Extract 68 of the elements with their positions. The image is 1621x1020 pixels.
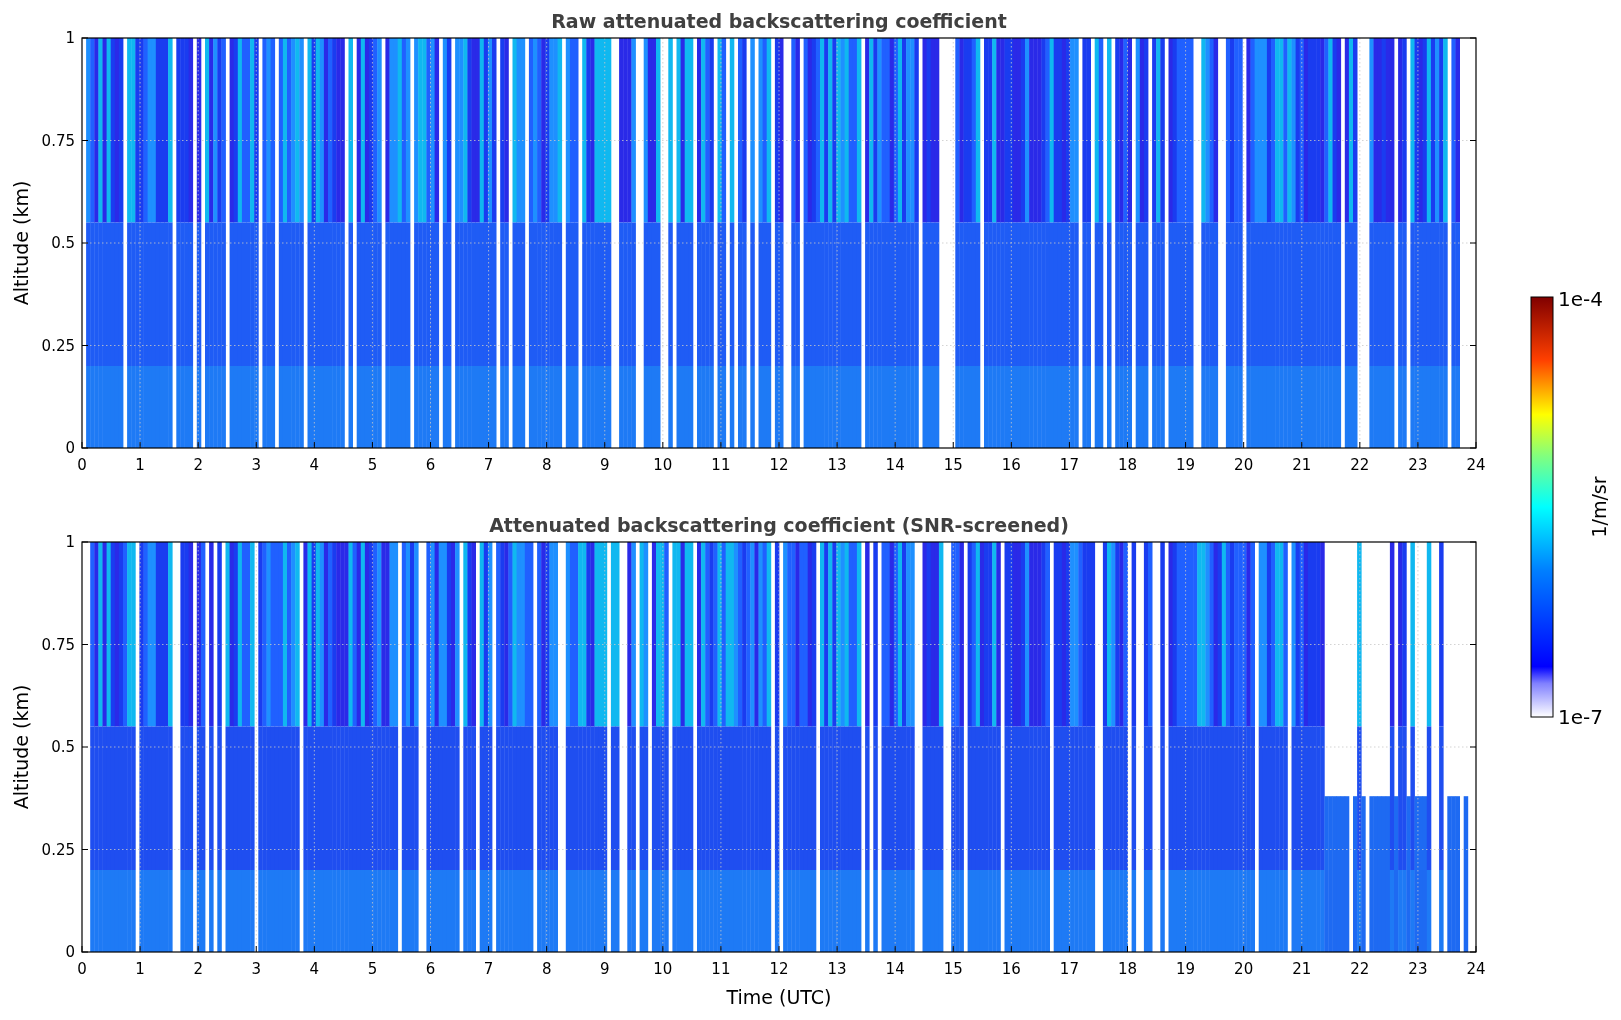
plot-title: Attenuated backscattering coefficient (SNR-screened) xyxy=(489,514,1069,536)
x-tick-label: 8 xyxy=(541,456,552,474)
y-tick-label: 0.25 xyxy=(41,840,75,859)
x-tick-label: 16 xyxy=(1001,960,1021,978)
x-tick-label: 3 xyxy=(251,960,261,978)
x-tick-label: 24 xyxy=(1466,960,1486,978)
x-axis-label: Time (UTC) xyxy=(726,986,832,1008)
x-tick-label: 13 xyxy=(827,456,847,474)
x-tick-label: 22 xyxy=(1350,456,1370,474)
x-tick-label: 15 xyxy=(943,456,963,474)
x-tick-label: 14 xyxy=(885,960,905,978)
x-tick-label: 17 xyxy=(1059,456,1079,474)
x-tick-label: 11 xyxy=(711,960,731,978)
y-axis-label: Altitude (km) xyxy=(10,180,32,306)
x-tick-label: 10 xyxy=(653,456,673,474)
plot-title: Raw attenuated backscattering coefficient xyxy=(551,10,1007,32)
x-tick-label: 19 xyxy=(1176,960,1196,978)
x-tick-label: 3 xyxy=(251,456,261,474)
x-tick-label: 17 xyxy=(1059,960,1079,978)
y-tick-label: 0 xyxy=(65,943,75,961)
x-tick-label: 5 xyxy=(367,960,378,978)
x-tick-label: 8 xyxy=(541,960,552,978)
y-axis-label: Altitude (km) xyxy=(10,684,32,810)
colorbar-max-label: 1e-4 xyxy=(1558,287,1603,311)
x-tick-label: 13 xyxy=(827,960,847,978)
x-tick-label: 2 xyxy=(193,456,203,474)
y-tick-label: 1 xyxy=(65,29,75,47)
x-tick-label: 7 xyxy=(483,960,494,978)
x-tick-label: 9 xyxy=(600,456,610,474)
x-tick-label: 15 xyxy=(943,960,963,978)
x-tick-label: 21 xyxy=(1292,456,1312,474)
x-tick-label: 6 xyxy=(425,960,436,978)
x-tick-label: 4 xyxy=(309,960,320,978)
y-tick-label: 0.75 xyxy=(41,635,75,654)
x-tick-label: 10 xyxy=(653,960,673,978)
x-tick-label: 9 xyxy=(600,960,610,978)
x-tick-label: 23 xyxy=(1408,960,1428,978)
x-tick-label: 22 xyxy=(1350,960,1370,978)
x-tick-label: 20 xyxy=(1234,960,1254,978)
x-tick-label: 5 xyxy=(367,456,378,474)
x-tick-label: 0 xyxy=(77,960,87,978)
y-tick-label: 0.25 xyxy=(41,336,75,355)
x-tick-label: 7 xyxy=(483,456,494,474)
colorbar-label: 1/m/sr xyxy=(1588,476,1610,538)
x-tick-label: 2 xyxy=(193,960,203,978)
colorbar-min-label: 1e-7 xyxy=(1558,705,1603,729)
x-tick-label: 18 xyxy=(1117,456,1138,474)
x-tick-label: 6 xyxy=(425,456,436,474)
x-tick-label: 21 xyxy=(1292,960,1312,978)
y-tick-label: 0.5 xyxy=(51,738,75,756)
x-tick-label: 1 xyxy=(135,456,145,474)
x-tick-label: 0 xyxy=(77,456,87,474)
y-tick-label: 0 xyxy=(65,439,75,457)
y-tick-label: 0.75 xyxy=(41,131,75,150)
x-tick-label: 19 xyxy=(1176,456,1196,474)
x-tick-label: 14 xyxy=(885,456,905,474)
x-tick-label: 23 xyxy=(1408,456,1428,474)
x-tick-label: 4 xyxy=(309,456,320,474)
x-tick-label: 24 xyxy=(1466,456,1486,474)
y-tick-label: 1 xyxy=(65,533,75,551)
x-tick-label: 20 xyxy=(1234,456,1254,474)
x-tick-label: 12 xyxy=(769,456,789,474)
x-tick-label: 1 xyxy=(135,960,145,978)
x-tick-label: 11 xyxy=(711,456,731,474)
x-tick-label: 12 xyxy=(769,960,789,978)
x-tick-label: 16 xyxy=(1001,456,1021,474)
y-tick-label: 0.5 xyxy=(51,234,75,252)
x-tick-label: 18 xyxy=(1117,960,1138,978)
